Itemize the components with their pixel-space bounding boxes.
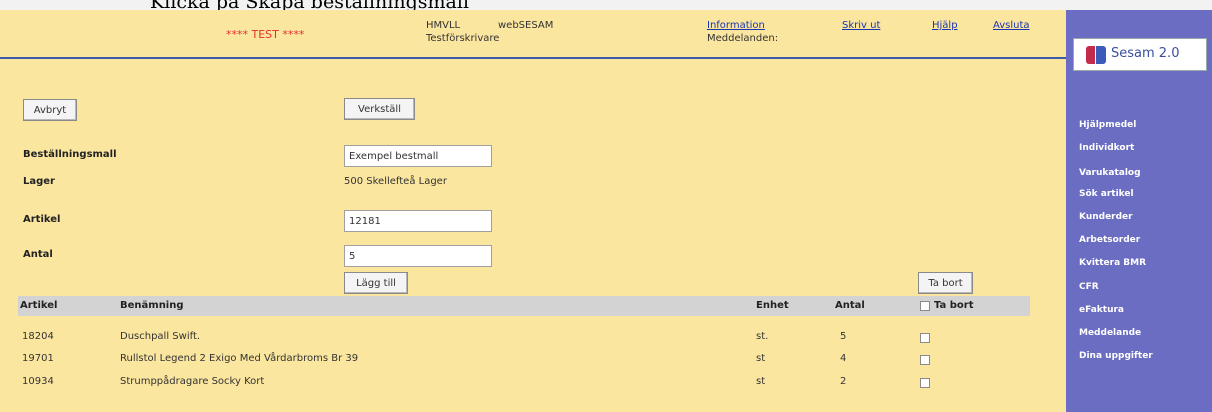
row-name: Strumppådragare Socky Kort	[120, 376, 265, 387]
sesam-logo: Sesam 2.0	[1073, 38, 1207, 71]
row-unit: st.	[756, 331, 769, 342]
sidebar-item-meddelande[interactable]: Meddelande	[1079, 328, 1141, 338]
row-name: Rullstol Legend 2 Exigo Med Vårdarbroms …	[120, 353, 359, 364]
template-label: Beställningsmall	[23, 149, 117, 160]
row-remove-checkbox[interactable]	[920, 355, 930, 365]
column-unit: Enhet	[756, 300, 789, 311]
row-remove-checkbox[interactable]	[920, 333, 930, 343]
sidebar-item-arbetsorder[interactable]: Arbetsorder	[1079, 235, 1140, 245]
warehouse-label: Lager	[23, 176, 55, 187]
user-name: Testförskrivare	[426, 33, 500, 44]
apply-button[interactable]: Verkställ	[344, 98, 415, 120]
column-quantity: Antal	[835, 300, 865, 311]
help-link[interactable]: Hjälp	[932, 20, 958, 31]
quantity-input[interactable]	[344, 245, 492, 267]
row-article: 19701	[22, 353, 54, 364]
sidebar-item-varukatalog[interactable]: Varukatalog	[1079, 168, 1141, 178]
header-divider	[0, 57, 1066, 59]
quantity-label: Antal	[23, 249, 53, 260]
row-quantity: 2	[840, 376, 847, 387]
row-quantity: 5	[840, 331, 847, 342]
sesam-logo-icon	[1086, 46, 1106, 64]
logo-text: Sesam 2.0	[1111, 46, 1180, 61]
row-remove-checkbox[interactable]	[920, 378, 930, 388]
template-name-input[interactable]	[344, 145, 492, 167]
print-link[interactable]: Skriv ut	[842, 20, 880, 31]
remove-button[interactable]: Ta bort	[918, 272, 973, 294]
sidebar-item-kvittera-bmr[interactable]: Kvittera BMR	[1079, 258, 1146, 268]
information-link[interactable]: Information	[707, 20, 765, 31]
add-button[interactable]: Lägg till	[344, 272, 408, 294]
messages-label: Meddelanden:	[707, 33, 779, 44]
sidebar-item-individkort[interactable]: Individkort	[1079, 143, 1134, 153]
warehouse-value: 500 Skellefteå Lager	[344, 176, 447, 187]
row-article: 10934	[22, 376, 54, 387]
row-quantity: 4	[840, 353, 847, 364]
sidebar-item-kunderder[interactable]: Kunderder	[1079, 212, 1133, 222]
row-unit: st	[756, 353, 766, 364]
exit-link[interactable]: Avsluta	[993, 20, 1030, 31]
article-input[interactable]	[344, 210, 492, 232]
column-name: Benämning	[120, 300, 184, 311]
system-name: HMVLL	[426, 20, 461, 31]
select-all-remove-checkbox[interactable]	[920, 301, 930, 311]
sidebar-item-sok-artikel[interactable]: Sök artikel	[1079, 189, 1134, 199]
sidebar-item-cfr[interactable]: CFR	[1079, 282, 1099, 292]
article-label: Artikel	[23, 214, 61, 225]
sidebar-item-hjalpmedel[interactable]: Hjälpmedel	[1079, 120, 1136, 130]
table-header: Artikel Benämning Enhet Antal Ta bort	[18, 296, 1030, 316]
main-panel: **** TEST **** HMVLL webSESAM Testförskr…	[0, 10, 1066, 412]
row-unit: st	[756, 376, 766, 387]
test-label: **** TEST ****	[226, 28, 305, 41]
column-remove: Ta bort	[934, 300, 974, 311]
row-article: 18204	[22, 331, 54, 342]
abort-button[interactable]: Avbryt	[23, 99, 77, 121]
row-name: Duschpall Swift.	[120, 331, 201, 342]
sidebar-item-efaktura[interactable]: eFaktura	[1079, 305, 1124, 315]
column-article: Artikel	[20, 300, 58, 311]
app-name: webSESAM	[498, 20, 554, 31]
sidebar-item-dina-uppgifter[interactable]: Dina uppgifter	[1079, 351, 1153, 361]
